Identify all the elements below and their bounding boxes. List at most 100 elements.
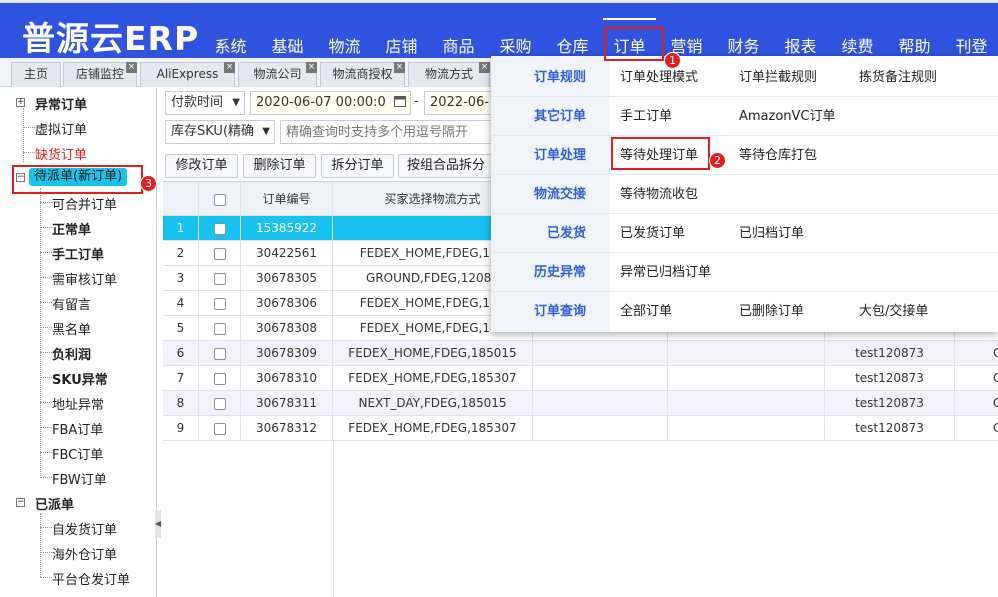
expand-icon[interactable]: +: [16, 98, 25, 107]
nav-help[interactable]: 帮助: [886, 3, 943, 61]
nav-reports[interactable]: 报表: [772, 3, 829, 61]
date-from-input[interactable]: 2020-06-07 00:00:0: [250, 91, 411, 115]
row-select[interactable]: [199, 291, 241, 316]
row-index: 4: [163, 291, 199, 316]
row-select[interactable]: [199, 341, 241, 366]
tree-fbw[interactable]: FBW订单: [52, 469, 107, 488]
calendar-icon[interactable]: [394, 94, 406, 114]
close-icon[interactable]: ×: [479, 62, 490, 73]
menu-amazonvc-orders[interactable]: AmazonVC订单: [739, 97, 836, 136]
row-select[interactable]: [199, 241, 241, 266]
tab-logistics-companies[interactable]: 物流公司 ×: [238, 62, 317, 87]
tree-sku-exception[interactable]: SKU异常: [52, 369, 108, 388]
row-select[interactable]: [199, 216, 241, 241]
order-search-input[interactable]: [280, 120, 492, 144]
tab-home[interactable]: 主页: [11, 62, 61, 87]
table-row[interactable]: 6 30678309 FEDEX_HOME,FDEG,185015 test12…: [163, 341, 998, 366]
menu-archived-orders[interactable]: 已归档订单: [739, 214, 804, 253]
tree-overseas-warehouse[interactable]: 海外仓订单: [52, 544, 117, 563]
menu-awaiting-packing[interactable]: 等待仓库打包: [739, 136, 817, 175]
tree-blacklist[interactable]: 黑名单: [52, 319, 91, 338]
nav-products[interactable]: 商品: [430, 3, 487, 61]
tree-mergeable[interactable]: 可合并订单: [52, 194, 117, 213]
delete-order-button[interactable]: 删除订单: [243, 154, 316, 178]
header-select-all[interactable]: [199, 182, 241, 216]
menu-shipped-orders[interactable]: 已发货订单: [620, 214, 685, 253]
table-row[interactable]: 8 30678311 NEXT_DAY,FDEG,185015 test1208…: [163, 391, 998, 416]
row-cell: [668, 391, 825, 416]
row-checkbox[interactable]: [213, 247, 226, 260]
row-checkbox[interactable]: [213, 347, 226, 360]
tab-logistics-auth[interactable]: 物流商授权 ×: [320, 62, 405, 87]
nav-stores[interactable]: 店铺: [373, 3, 430, 61]
select-all-checkbox[interactable]: [213, 193, 226, 206]
tree-normal[interactable]: 正常单: [52, 219, 91, 238]
header-order-id[interactable]: 订单编号: [241, 182, 333, 216]
menu-manual-orders[interactable]: 手工订单: [620, 97, 672, 136]
row-checkbox[interactable]: [213, 397, 226, 410]
sku-type-select[interactable]: 库存SKU(精确 ▼: [165, 120, 275, 144]
nav-renewal[interactable]: 续费: [829, 3, 886, 61]
row-select[interactable]: [199, 416, 241, 441]
nav-finance[interactable]: 财务: [715, 3, 772, 61]
row-select[interactable]: [199, 266, 241, 291]
date-to-input[interactable]: 2022-06-: [424, 91, 494, 115]
row-checkbox[interactable]: [213, 272, 226, 285]
tree-virtual-orders[interactable]: 虚拟订单: [35, 119, 87, 138]
nav-marketing[interactable]: 营销: [658, 3, 715, 61]
split-order-button[interactable]: 拆分订单: [321, 154, 394, 178]
close-icon[interactable]: ×: [126, 62, 137, 73]
menu-all-orders[interactable]: 全部订单: [620, 292, 672, 331]
menu-order-processing-mode[interactable]: 订单处理模式: [620, 58, 698, 97]
tree-dispatched[interactable]: 已派单: [35, 494, 74, 513]
close-icon[interactable]: ×: [306, 62, 317, 73]
table-row[interactable]: 7 30678310 FEDEX_HOME,FDEG,185307 test12…: [163, 366, 998, 391]
table-row[interactable]: 9 30678312 FEDEX_HOME,FDEG,185307 test12…: [163, 416, 998, 441]
menu-order-intercept-rules[interactable]: 订单拦截规则: [739, 58, 817, 97]
menu-picking-note-rules[interactable]: 拣货备注规则: [859, 58, 937, 97]
nav-system[interactable]: 系统: [202, 3, 259, 61]
nav-warehouse[interactable]: 仓库: [544, 3, 601, 61]
nav-listing[interactable]: 刊登: [943, 3, 998, 61]
tree-manual[interactable]: 手工订单: [52, 244, 104, 263]
row-checkbox[interactable]: [213, 372, 226, 385]
nav-basics[interactable]: 基础: [259, 3, 316, 61]
collapse-icon[interactable]: −: [16, 498, 25, 507]
row-select[interactable]: [199, 366, 241, 391]
menu-deleted-orders[interactable]: 已删除订单: [739, 292, 804, 331]
edit-order-button[interactable]: 修改订单: [165, 154, 238, 178]
tree-fba[interactable]: FBA订单: [52, 419, 103, 438]
row-cell: [668, 341, 825, 366]
sidebar-collapse-handle[interactable]: ◀: [155, 510, 161, 538]
row-checkbox[interactable]: [213, 422, 226, 435]
row-checkbox[interactable]: [213, 322, 226, 335]
tab-label: 物流商授权: [332, 67, 393, 81]
time-type-select[interactable]: 付款时间 ▼: [165, 91, 245, 115]
tree-address-exception[interactable]: 地址异常: [52, 394, 104, 413]
row-checkbox[interactable]: [213, 222, 226, 235]
tree-out-of-stock[interactable]: 缺货订单: [35, 144, 87, 163]
row-select[interactable]: [199, 316, 241, 341]
tab-store-monitor[interactable]: 店铺监控 ×: [63, 62, 137, 87]
tab-aliexpress[interactable]: AliExpress ×: [140, 62, 235, 87]
menu-bulk-handover[interactable]: 大包/交接单: [859, 292, 928, 331]
tree-platform-warehouse[interactable]: 平台仓发订单: [52, 569, 130, 588]
tree-has-message[interactable]: 有留言: [52, 294, 91, 313]
tab-logistics-methods[interactable]: 物流方式 ×: [408, 62, 490, 87]
row-order-id: 30678310: [241, 366, 333, 391]
menu-awaiting-pickup[interactable]: 等待物流收包: [620, 175, 698, 214]
tree-self-ship[interactable]: 自发货订单: [52, 519, 117, 538]
close-icon[interactable]: ×: [394, 62, 405, 73]
close-icon[interactable]: ×: [224, 62, 235, 73]
tab-label: AliExpress: [156, 67, 219, 81]
tree-negative-profit[interactable]: 负利润: [52, 344, 91, 363]
row-select[interactable]: [199, 391, 241, 416]
menu-archived-exceptions[interactable]: 异常已归档订单: [620, 253, 711, 292]
tree-fbc[interactable]: FBC订单: [52, 444, 103, 463]
split-by-bundle-button[interactable]: 按组合品拆分: [398, 154, 494, 178]
tree-needs-review[interactable]: 需审核订单: [52, 269, 117, 288]
nav-logistics[interactable]: 物流: [316, 3, 373, 61]
tree-exception-orders[interactable]: 异常订单: [35, 94, 87, 113]
row-checkbox[interactable]: [213, 297, 226, 310]
nav-purchasing[interactable]: 采购: [487, 3, 544, 61]
